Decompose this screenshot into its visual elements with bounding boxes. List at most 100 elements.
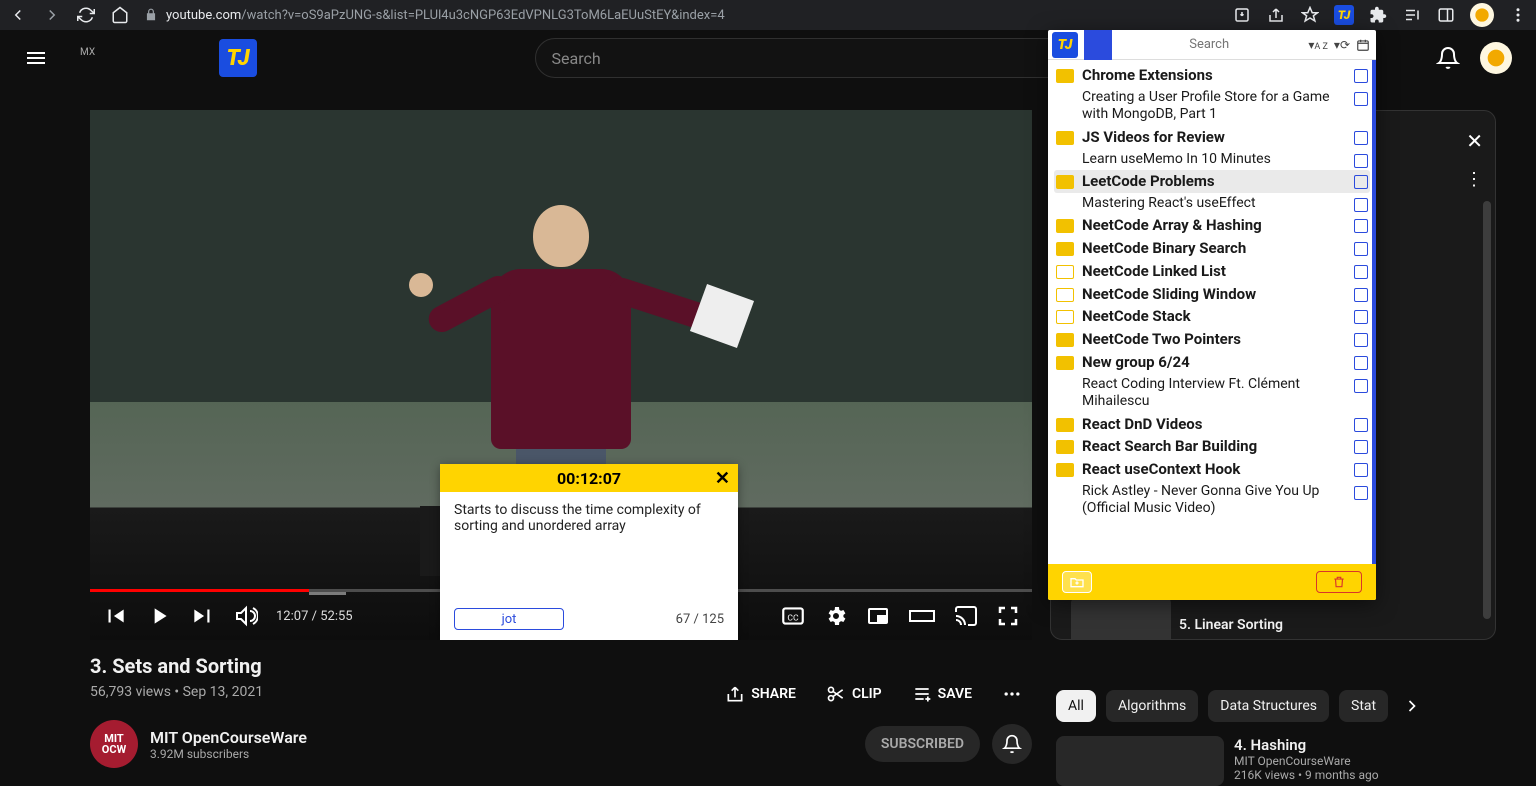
ext-folder-row[interactable]: NeetCode Two Pointers [1054,328,1370,351]
ext-sort-button[interactable]: ▾A Z [1306,38,1330,52]
share-button[interactable]: SHARE [715,678,806,710]
chip-data-structures[interactable]: Data Structures [1208,690,1329,722]
next-button[interactable] [190,603,216,629]
ext-checkbox[interactable] [1354,219,1368,233]
ext-row-label: Learn useMemo In 10 Minutes [1082,151,1346,169]
ext-refresh-icon[interactable]: ▾⟳ [1332,38,1352,52]
ext-checkbox[interactable] [1354,242,1368,256]
ext-checkbox[interactable] [1354,288,1368,302]
ext-folder-row[interactable]: NeetCode Stack [1054,305,1370,328]
playlist-item[interactable]: 5. Linear Sorting [1051,593,1495,640]
ext-checkbox[interactable] [1354,379,1368,393]
reading-list-icon[interactable] [1402,5,1422,25]
chip-algorithms[interactable]: Algorithms [1106,690,1198,722]
star-icon[interactable] [1300,5,1320,25]
jot-button[interactable]: jot [454,608,564,630]
ext-checkbox[interactable] [1354,333,1368,347]
ext-folder-row[interactable]: Chrome Extensions [1054,64,1370,87]
folder-icon [1056,288,1074,302]
time-display: 12:07 / 52:55 [276,609,353,624]
ext-item-row[interactable]: Creating a User Profile Store for a Game… [1054,87,1370,126]
channel-name[interactable]: MIT OpenCourseWare [150,728,307,747]
playlist-scrollbar[interactable] [1483,201,1491,619]
ext-logo-icon: TJ [1052,32,1078,58]
ext-folder-row[interactable]: NeetCode Binary Search [1054,237,1370,260]
playlist-close-icon[interactable]: ✕ [1466,129,1483,153]
ext-checkbox[interactable] [1354,198,1368,212]
chrome-menu-icon[interactable] [1508,5,1528,25]
ext-checkbox[interactable] [1354,154,1368,168]
ext-folder-row[interactable]: NeetCode Sliding Window [1054,283,1370,306]
ext-checkbox[interactable] [1354,310,1368,324]
ext-item-row[interactable]: React Coding Interview Ft. Clément Mihai… [1054,374,1370,413]
ext-row-label: Rick Astley - Never Gonna Give You Up (O… [1082,483,1346,518]
home-button[interactable] [110,6,130,24]
reload-button[interactable] [76,6,96,24]
ext-calendar-icon[interactable] [1354,38,1372,52]
prev-button[interactable] [102,603,128,629]
ext-checkbox[interactable] [1354,131,1368,145]
ext-folder-row[interactable]: New group 6/24 [1054,351,1370,374]
ext-row-label: React Coding Interview Ft. Clément Mihai… [1082,376,1346,411]
cc-button[interactable]: CC [780,603,806,629]
cast-button[interactable] [954,604,978,628]
sidepanel-icon[interactable] [1436,5,1456,25]
ext-checkbox[interactable] [1354,92,1368,106]
note-text[interactable]: Starts to discuss the time complexity of… [440,492,738,602]
forward-button[interactable] [42,6,62,24]
user-avatar[interactable] [1480,42,1512,74]
notification-bell[interactable] [992,724,1032,764]
ext-folder-row[interactable]: JS Videos for Review [1054,126,1370,149]
chips-next-icon[interactable] [1402,696,1422,716]
ext-list[interactable]: Chrome ExtensionsCreating a User Profile… [1048,60,1376,564]
install-icon[interactable] [1232,5,1252,25]
ext-item-row[interactable]: Learn useMemo In 10 Minutes [1054,149,1370,171]
ext-checkbox[interactable] [1354,69,1368,83]
ts-extension-icon[interactable]: TJ [1334,5,1354,25]
search-input[interactable]: Search [535,38,1075,78]
ext-scrollbar[interactable] [1372,60,1376,564]
video-player[interactable]: 12:07 / 52:55 CC 00:12:07 ✕ Starts to di… [90,110,1032,640]
share-icon[interactable] [1266,5,1286,25]
ext-folder-row[interactable]: React useContext Hook [1054,458,1370,481]
ext-folder-row[interactable]: React DnD Videos [1054,413,1370,436]
recommendation-item[interactable]: 4. Hashing MIT OpenCourseWare 216K views… [1056,736,1512,786]
ext-checkbox[interactable] [1354,440,1368,454]
subscribe-button[interactable]: SUBSCRIBED [865,726,980,762]
ext-search-input[interactable] [1118,34,1300,56]
theater-button[interactable] [908,604,936,628]
playlist-more-icon[interactable]: ⋮ [1465,169,1483,190]
ext-folder-row[interactable]: NeetCode Array & Hashing [1054,214,1370,237]
settings-button[interactable] [824,604,848,628]
channel-avatar[interactable]: MITOCW [90,720,138,768]
more-actions-button[interactable] [992,678,1032,710]
play-button[interactable] [146,603,172,629]
ext-item-row[interactable]: Mastering React's useEffect [1054,193,1370,215]
save-button[interactable]: SAVE [902,678,982,710]
ext-folder-row[interactable]: NeetCode Linked List [1054,260,1370,283]
ext-checkbox[interactable] [1354,418,1368,432]
miniplayer-button[interactable] [866,604,890,628]
note-close-button[interactable]: ✕ [715,468,730,489]
ext-checkbox[interactable] [1354,463,1368,477]
chip-stat[interactable]: Stat [1339,690,1388,722]
address-bar[interactable]: youtube.com/watch?v=oS9aPzUNG-s&list=PLU… [144,8,1218,23]
ext-checkbox[interactable] [1354,356,1368,370]
notifications-icon[interactable] [1436,46,1460,70]
ext-checkbox[interactable] [1354,486,1368,500]
ext-folder-row[interactable]: React Search Bar Building [1054,435,1370,458]
ext-checkbox[interactable] [1354,175,1368,189]
chip-all[interactable]: All [1056,690,1096,722]
fullscreen-button[interactable] [996,604,1020,628]
clip-button[interactable]: CLIP [816,678,892,710]
extensions-icon[interactable] [1368,5,1388,25]
ext-add-folder-button[interactable] [1062,571,1092,593]
volume-button[interactable] [234,604,258,628]
ext-delete-button[interactable] [1316,571,1362,593]
ext-folder-row[interactable]: LeetCode Problems [1054,170,1370,193]
ext-item-row[interactable]: Rick Astley - Never Gonna Give You Up (O… [1054,481,1370,520]
chrome-profile-avatar[interactable] [1470,3,1494,27]
back-button[interactable] [8,6,28,24]
ext-checkbox[interactable] [1354,265,1368,279]
hamburger-menu[interactable] [16,38,56,78]
